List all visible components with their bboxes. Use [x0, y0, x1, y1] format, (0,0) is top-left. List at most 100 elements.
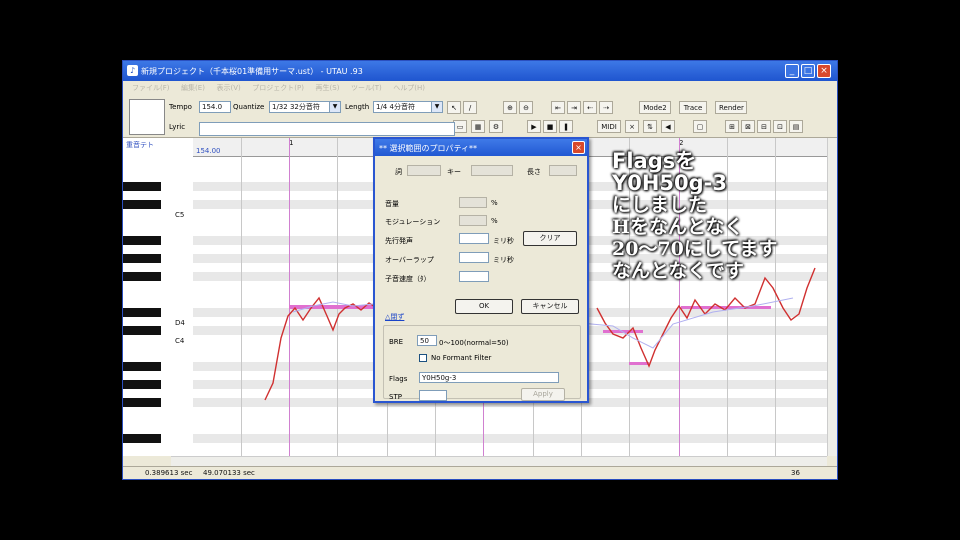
minimize-button[interactable]: _	[785, 64, 799, 78]
overlap-input[interactable]	[459, 252, 489, 263]
no-formant-checkbox[interactable]	[419, 354, 427, 362]
window-title: 新規プロジェクト（千本桜01準備用サーマ.ust） - UTAU .93	[141, 67, 363, 76]
chevron-down-icon: ▼	[329, 102, 340, 112]
overlay-line-5: 20〜70にしてます	[612, 238, 778, 260]
status-cursor-time: 0.389613 sec	[145, 469, 193, 477]
cancel-button[interactable]: キャンセル	[521, 299, 579, 314]
menu-project[interactable]: プロジェクト(P)	[252, 83, 304, 93]
grid-icon-3[interactable]: ⊟	[757, 120, 771, 133]
plugin-icon[interactable]: ▢	[693, 120, 707, 133]
overlay-line-4: Hをなんとなく	[612, 216, 744, 238]
close-button[interactable]: ×	[817, 64, 831, 78]
bre-input[interactable]: 50	[417, 335, 437, 346]
grid-icon-4[interactable]: ⊡	[773, 120, 787, 133]
lyric-field[interactable]	[407, 165, 441, 176]
black-key	[123, 398, 161, 407]
title-bar[interactable]: ♪ 新規プロジェクト（千本桜01準備用サーマ.ust） - UTAU .93 _…	[123, 61, 837, 81]
dialog-title-bar[interactable]: ** 選択範囲のプロパティ** ×	[375, 139, 587, 156]
black-key	[123, 200, 161, 209]
mode2-button[interactable]: Mode2	[639, 101, 671, 114]
stop-icon[interactable]: ■	[543, 120, 557, 133]
lyric-label: Lyric	[169, 123, 186, 131]
goto-end-icon[interactable]: ⇥	[567, 101, 581, 114]
pause-icon[interactable]: ❚	[559, 120, 573, 133]
speaker-icon[interactable]: ◀	[661, 120, 675, 133]
volume-input[interactable]	[459, 197, 487, 208]
status-right: 36	[791, 469, 800, 477]
status-total-time: 49.070133 sec	[203, 469, 255, 477]
lyric-input[interactable]	[199, 122, 455, 136]
black-key	[123, 434, 161, 443]
zoom-out-icon[interactable]: ⊖	[519, 101, 533, 114]
black-key	[123, 272, 161, 281]
bre-hint: 0〜100(normal=50)	[439, 339, 509, 347]
pencil-tool-icon[interactable]: /	[463, 101, 477, 114]
black-key	[123, 362, 161, 371]
arrows-icon[interactable]: ⇅	[643, 120, 657, 133]
shrink-link[interactable]: △閉ず	[385, 312, 404, 322]
note-properties-dialog: ** 選択範囲のプロパティ** × 詞 キー 長さ 音量 % モジュレーション …	[373, 137, 589, 403]
black-key	[123, 380, 161, 389]
overlap-label: オーバーラップ	[385, 256, 434, 264]
apply-button[interactable]: Apply	[521, 388, 565, 401]
black-key	[123, 182, 161, 191]
shift-left-icon[interactable]: ⇠	[583, 101, 597, 114]
grid-icon-1[interactable]: ⊞	[725, 120, 739, 133]
volume-unit: %	[491, 199, 498, 207]
quantize-label: Quantize	[233, 103, 265, 111]
piano-keyboard[interactable]: 重音テト C5 D4 C4	[123, 138, 193, 456]
menu-view[interactable]: 表示(V)	[216, 83, 240, 93]
render-button[interactable]: Render	[715, 101, 747, 114]
clear-button[interactable]: クリア	[523, 231, 577, 246]
ok-button[interactable]: OK	[455, 299, 513, 314]
piano-icon[interactable]: ▦	[471, 120, 485, 133]
menu-tools[interactable]: ツール(T)	[351, 83, 382, 93]
close-small-icon[interactable]: ×	[625, 120, 639, 133]
zoom-in-icon[interactable]: ⊕	[503, 101, 517, 114]
black-key	[123, 236, 161, 245]
length-field-label: 長さ	[527, 168, 541, 176]
flags-input[interactable]: Y0H50g-3	[419, 372, 559, 383]
modulation-input[interactable]	[459, 215, 487, 226]
overlay-line-1: Flagsを	[612, 149, 697, 173]
stp-input[interactable]	[419, 390, 447, 401]
preutterance-input[interactable]	[459, 233, 489, 244]
menu-bar: ファイル(F) 編集(E) 表示(V) プロジェクト(P) 再生(S) ツール(…	[123, 81, 837, 95]
length-field[interactable]	[549, 165, 577, 176]
commentary-overlay: Flagsを Y0H50g-3 にしました Hをなんとなく 20〜70にしてます…	[612, 150, 852, 282]
menu-file[interactable]: ファイル(F)	[132, 83, 170, 93]
menu-play[interactable]: 再生(S)	[316, 83, 340, 93]
settings-icon[interactable]: ⚙	[489, 120, 503, 133]
pointer-tool-icon[interactable]: ↖	[447, 101, 461, 114]
maximize-button[interactable]: □	[801, 64, 815, 78]
singer-name: 重音テト	[126, 141, 154, 149]
modulation-unit: %	[491, 217, 498, 225]
folder-icon[interactable]: ▭	[453, 120, 467, 133]
length-select[interactable]: 1/4 4分音符 ▼	[373, 101, 443, 113]
no-formant-label: No Formant Filter	[431, 354, 492, 362]
quantize-select[interactable]: 1/32 32分音符 ▼	[269, 101, 341, 113]
modulation-label: モジュレーション	[385, 218, 441, 226]
preutterance-label: 先行発声	[385, 237, 413, 245]
play-icon[interactable]: ▶	[527, 120, 541, 133]
dialog-close-button[interactable]: ×	[572, 141, 585, 154]
key-select[interactable]	[471, 165, 513, 176]
key-field-label: キー	[447, 168, 461, 176]
stp-label: STP	[389, 393, 402, 401]
tempo-input[interactable]: 154.0	[199, 101, 231, 113]
status-bar: 0.389613 sec 49.070133 sec 36	[123, 466, 837, 479]
menu-help[interactable]: ヘルプ(H)	[393, 83, 425, 93]
goto-start-icon[interactable]: ⇤	[551, 101, 565, 114]
menu-edit[interactable]: 編集(E)	[181, 83, 205, 93]
grid-icon-2[interactable]: ⊠	[741, 120, 755, 133]
trace-button[interactable]: Trace	[679, 101, 707, 114]
chevron-down-icon: ▼	[431, 102, 442, 112]
note-label-c5: C5	[175, 211, 185, 219]
pitch-curve-left	[264, 296, 378, 401]
shift-right-icon[interactable]: ⇢	[599, 101, 613, 114]
grid-icon-5[interactable]: ▤	[789, 120, 803, 133]
flags-label: Flags	[389, 375, 408, 383]
consonant-velocity-input[interactable]	[459, 271, 489, 282]
note-bar[interactable]	[629, 362, 649, 365]
midi-button[interactable]: MIDI	[597, 120, 621, 133]
